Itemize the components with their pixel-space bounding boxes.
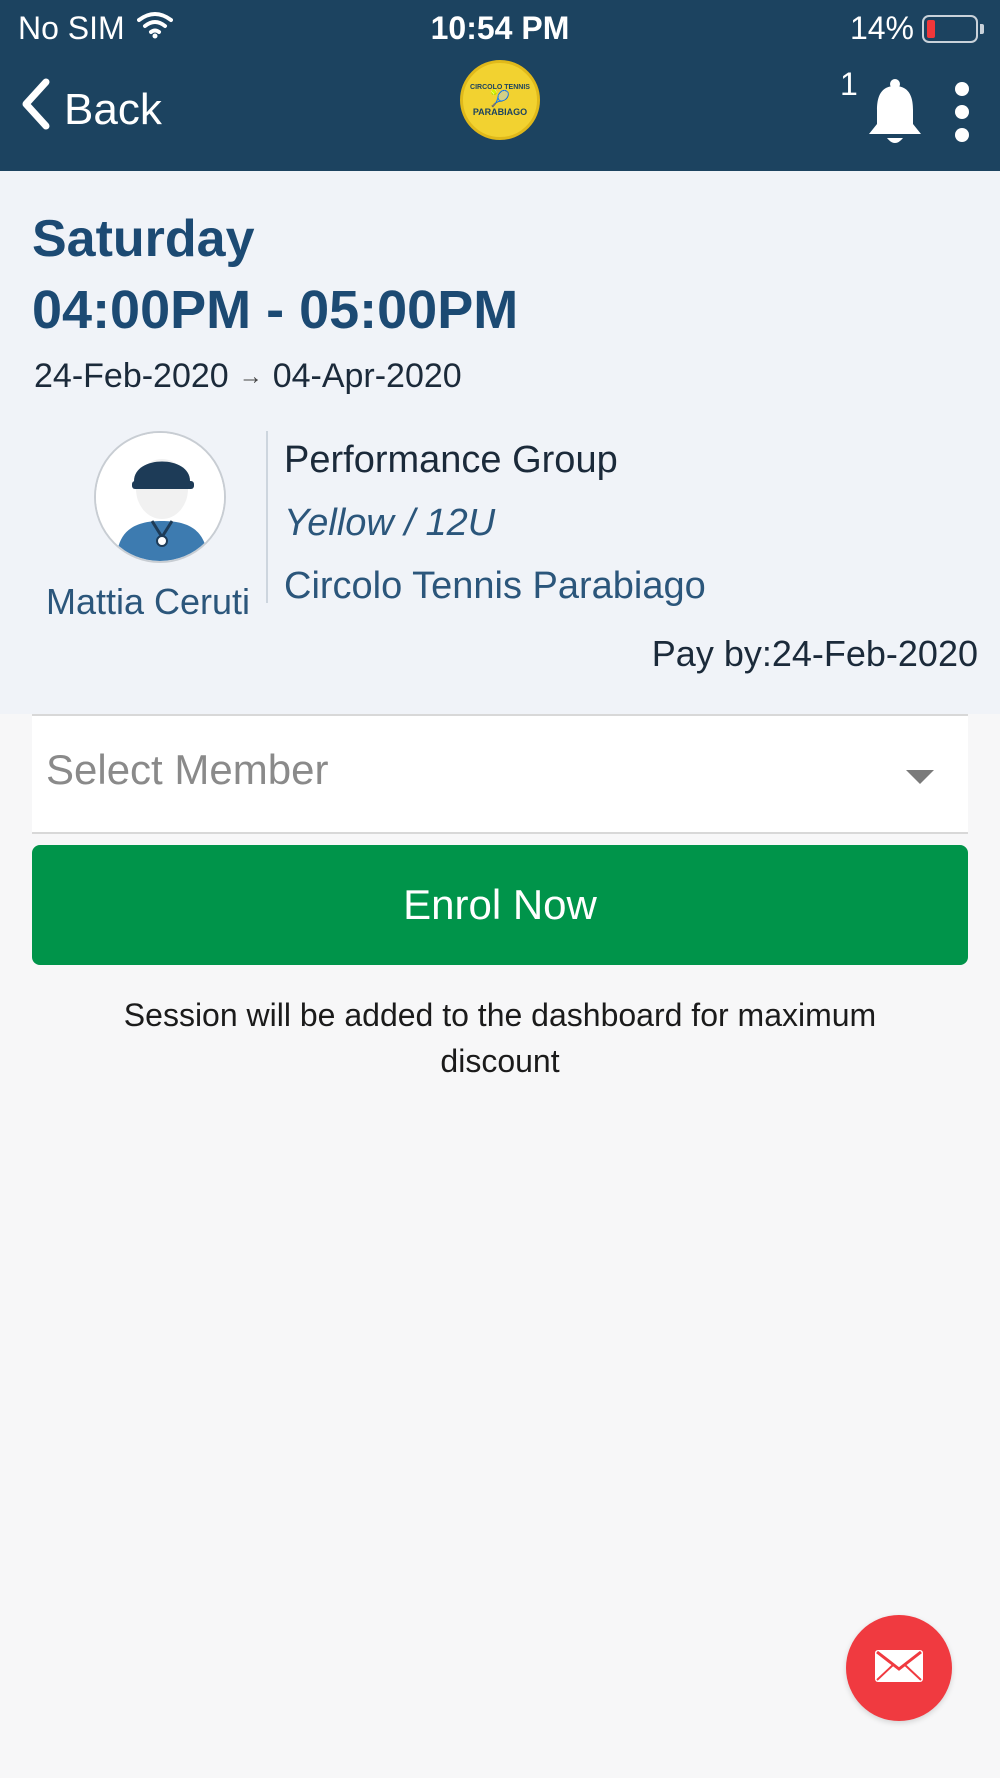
battery-group: 14%	[850, 10, 984, 47]
logo-text-bottom: PARABIAGO	[472, 107, 528, 117]
end-date: 04-Apr-2020	[272, 357, 462, 395]
venue-name: Circolo Tennis Parabiago	[284, 565, 706, 607]
member-select[interactable]: Select Member	[32, 714, 968, 834]
more-vertical-icon[interactable]	[950, 82, 974, 142]
coach-avatar-icon	[94, 431, 226, 563]
battery-percent: 14%	[849, 10, 914, 46]
mail-button[interactable]	[846, 1615, 952, 1721]
session-details: Saturday 04:00PM - 05:00PM 24-Feb-2020 →…	[0, 171, 1000, 714]
coach-card: Mattia Ceruti	[30, 431, 266, 631]
pay-by-date: Pay by:24-Feb-2020	[651, 633, 978, 674]
back-button[interactable]: Back	[20, 78, 162, 141]
select-placeholder: Select Member	[46, 746, 329, 793]
status-bar: No SIM 10:54 PM 14%	[0, 0, 1000, 56]
start-date: 24-Feb-2020	[34, 357, 229, 395]
battery-icon	[922, 14, 978, 43]
club-logo: CIRCOLO TENNIS 🎾 PARABIAGO	[460, 60, 540, 140]
session-time-range: 04:00PM - 05:00PM	[32, 280, 519, 340]
mail-icon	[874, 1649, 924, 1688]
coach-name: Mattia Ceruti	[45, 581, 251, 622]
session-date-range: 24-Feb-2020 → 04-Apr-2020	[34, 357, 462, 396]
battery-tip	[980, 23, 984, 34]
group-level: Yellow / 12U	[284, 502, 496, 544]
divider	[266, 431, 268, 603]
bell-icon	[865, 78, 925, 151]
discount-note: Session will be added to the dashboard f…	[123, 997, 877, 1079]
session-day: Saturday	[32, 210, 255, 268]
chevron-down-icon	[906, 770, 934, 784]
back-chevron-icon	[20, 78, 50, 141]
group-name: Performance Group	[284, 439, 618, 481]
enrol-button[interactable]: Enrol Now	[32, 845, 968, 965]
notifications-button[interactable]: 1	[840, 66, 930, 151]
back-label: Back	[64, 84, 162, 134]
notification-count: 1	[840, 66, 858, 102]
arrow-right-icon: →	[238, 362, 263, 390]
session-info: Performance Group Yellow / 12U Circolo T…	[284, 439, 706, 608]
app-header: No SIM 10:54 PM 14% Back CIRCOLO TENNIS …	[0, 0, 1000, 171]
nav-bar: Back CIRCOLO TENNIS 🎾 PARABIAGO 1	[0, 60, 1000, 170]
